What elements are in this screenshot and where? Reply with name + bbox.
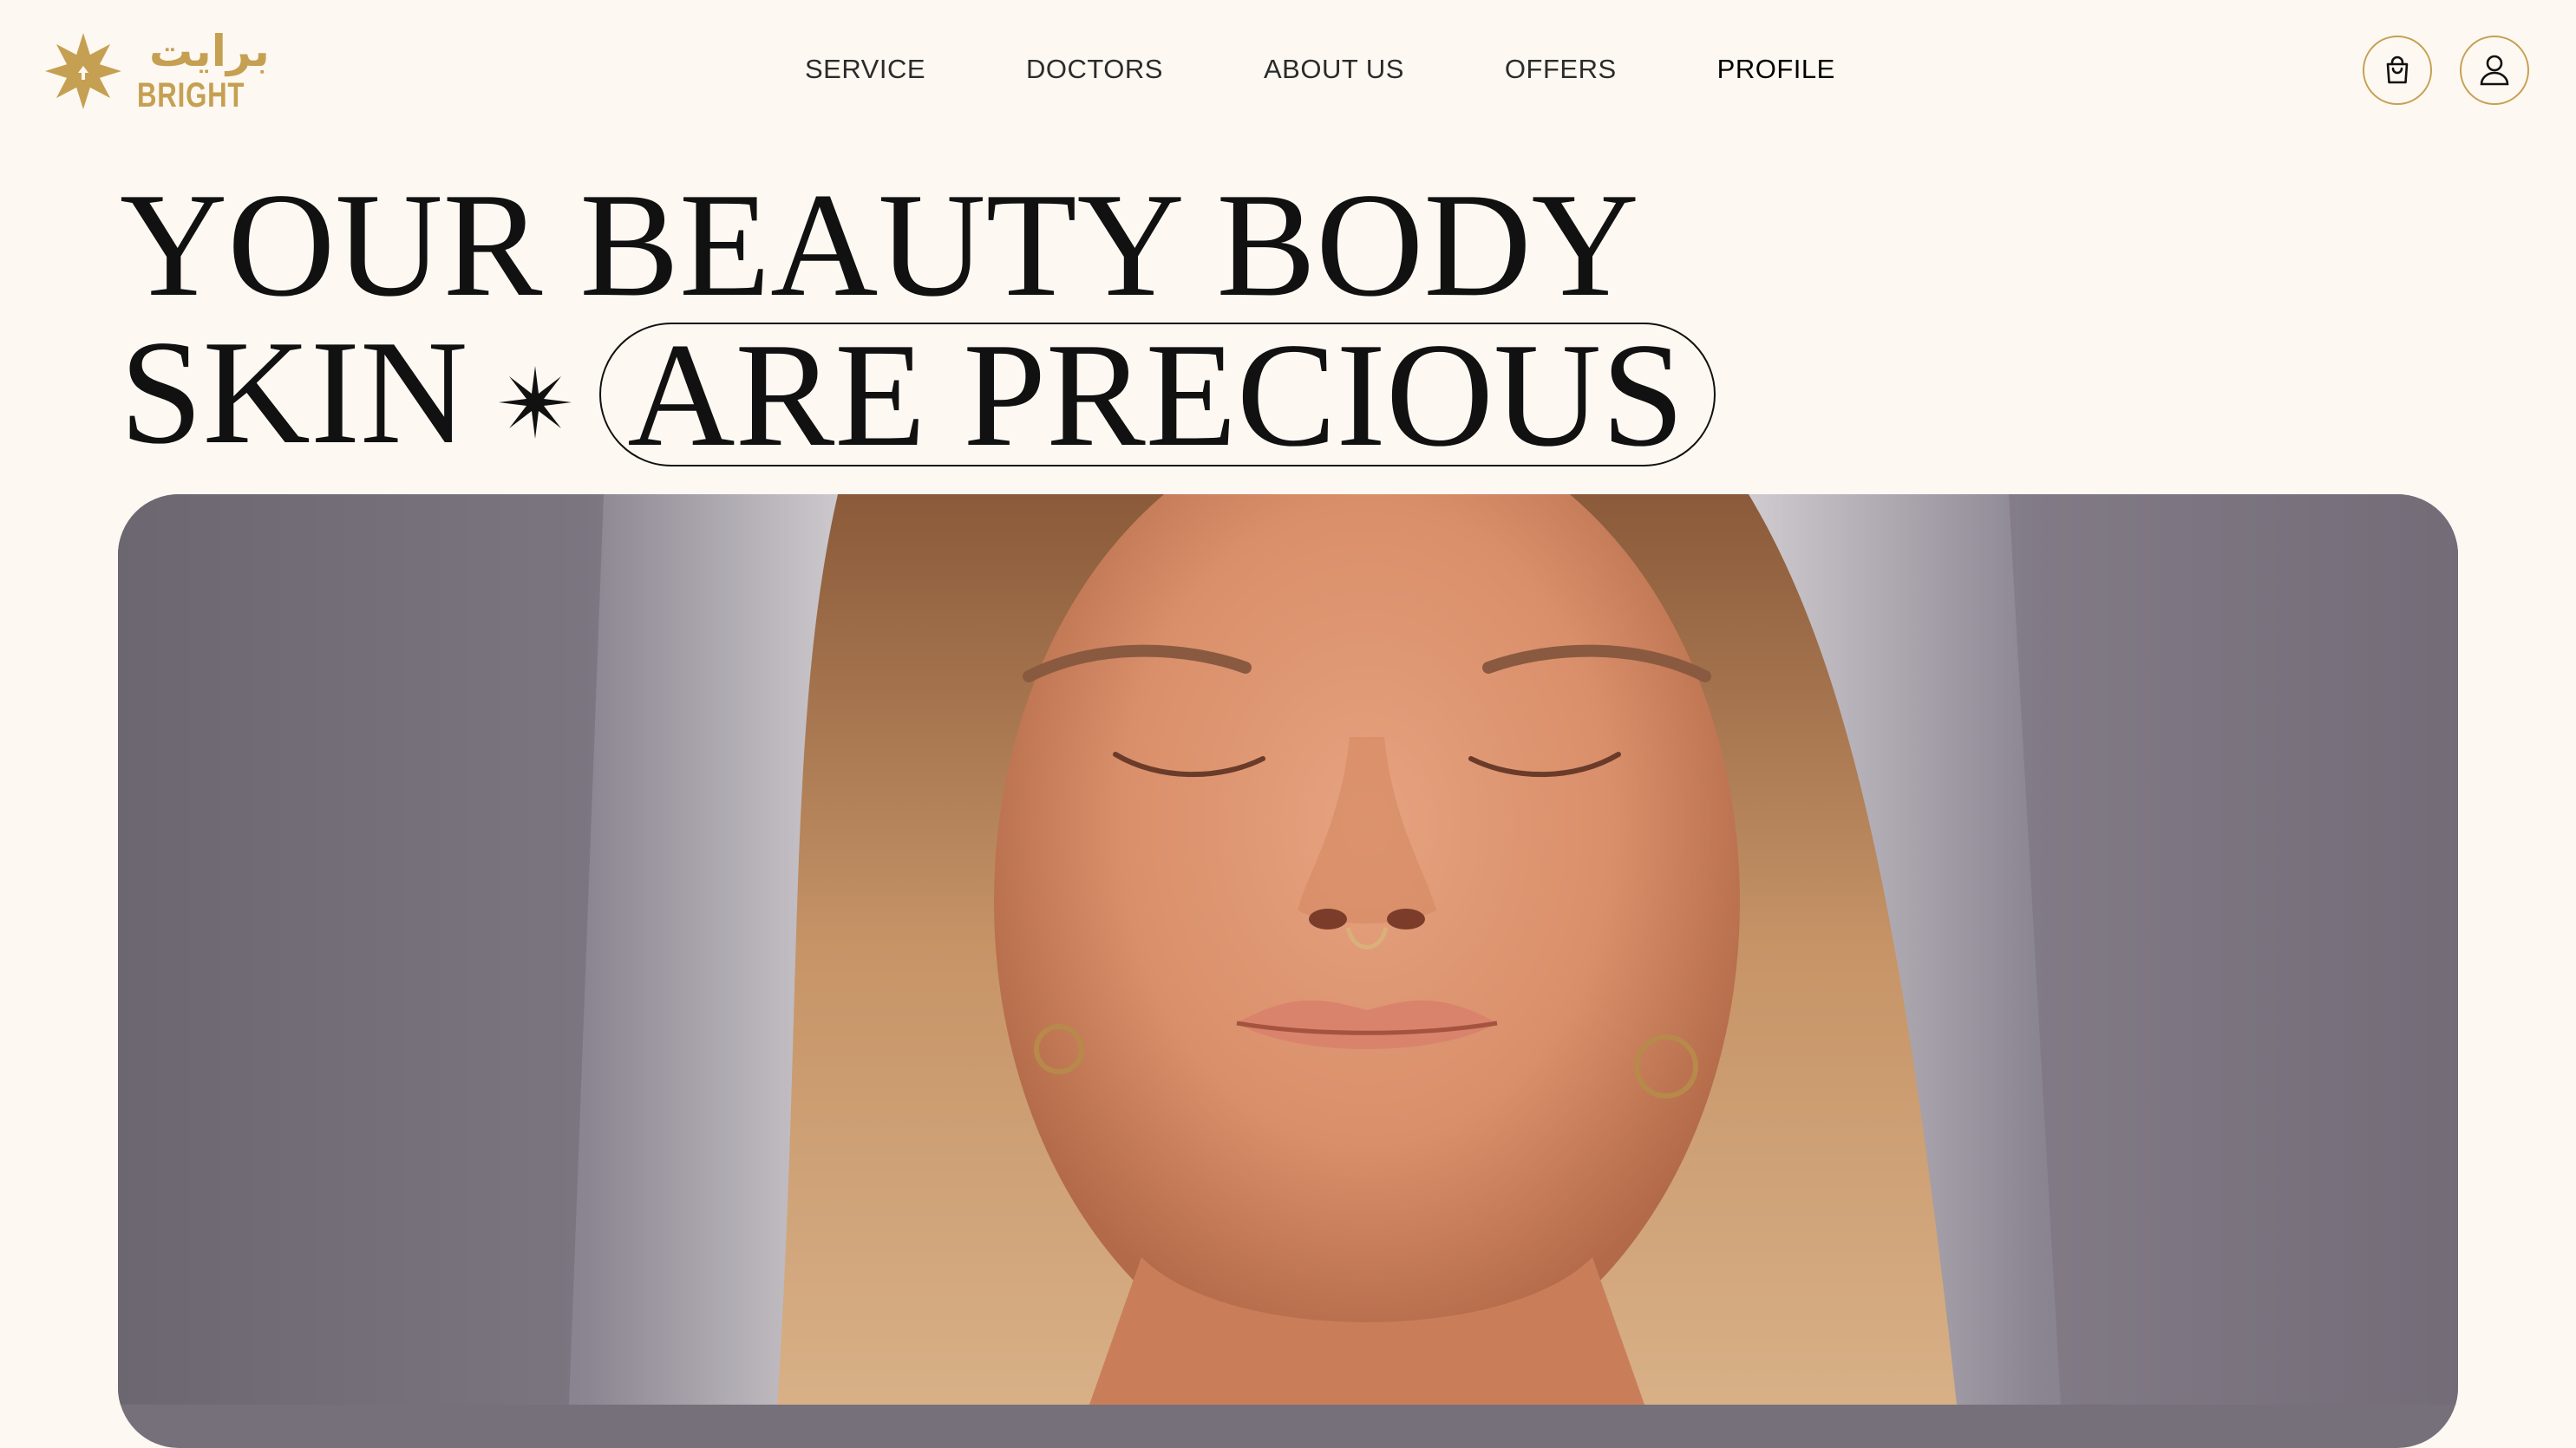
user-icon	[2476, 52, 2513, 88]
nav-item-offers[interactable]: OFFERS	[1505, 54, 1617, 85]
main-nav: SERVICE DOCTORS ABOUT US OFFERS PROFILE	[805, 54, 1835, 85]
brand-logo[interactable]: برايت BRIGHT	[43, 29, 275, 113]
nav-item-about-us[interactable]: ABOUT US	[1264, 54, 1404, 85]
nav-item-service[interactable]: SERVICE	[805, 54, 925, 85]
cart-button[interactable]	[2363, 36, 2432, 105]
hero-highlight-pill: ARE PRECIOUS	[599, 321, 1716, 470]
hero-portrait-image	[118, 494, 2458, 1448]
shopping-bag-icon	[2380, 53, 2415, 88]
hero-line-2: SKIN ARE PRECIOUS	[120, 310, 1716, 475]
account-button[interactable]	[2460, 36, 2529, 105]
brand-wordmark: برايت BRIGHT	[137, 29, 275, 113]
sparkle-star-icon	[499, 316, 572, 463]
brand-name-latin: BRIGHT	[137, 76, 245, 114]
eight-point-star-icon	[43, 31, 123, 111]
hero-line-1: YOUR BEAUTY BODY	[120, 163, 1639, 328]
header-actions	[2363, 36, 2529, 105]
hero-line-2-start: SKIN	[120, 310, 468, 475]
nav-item-profile[interactable]: PROFILE	[1717, 54, 1835, 85]
nav-item-doctors[interactable]: DOCTORS	[1026, 54, 1163, 85]
brand-name-arabic: برايت	[149, 26, 270, 76]
hero-heading: YOUR BEAUTY BODY SKIN ARE PRECIOUS	[120, 163, 1716, 475]
